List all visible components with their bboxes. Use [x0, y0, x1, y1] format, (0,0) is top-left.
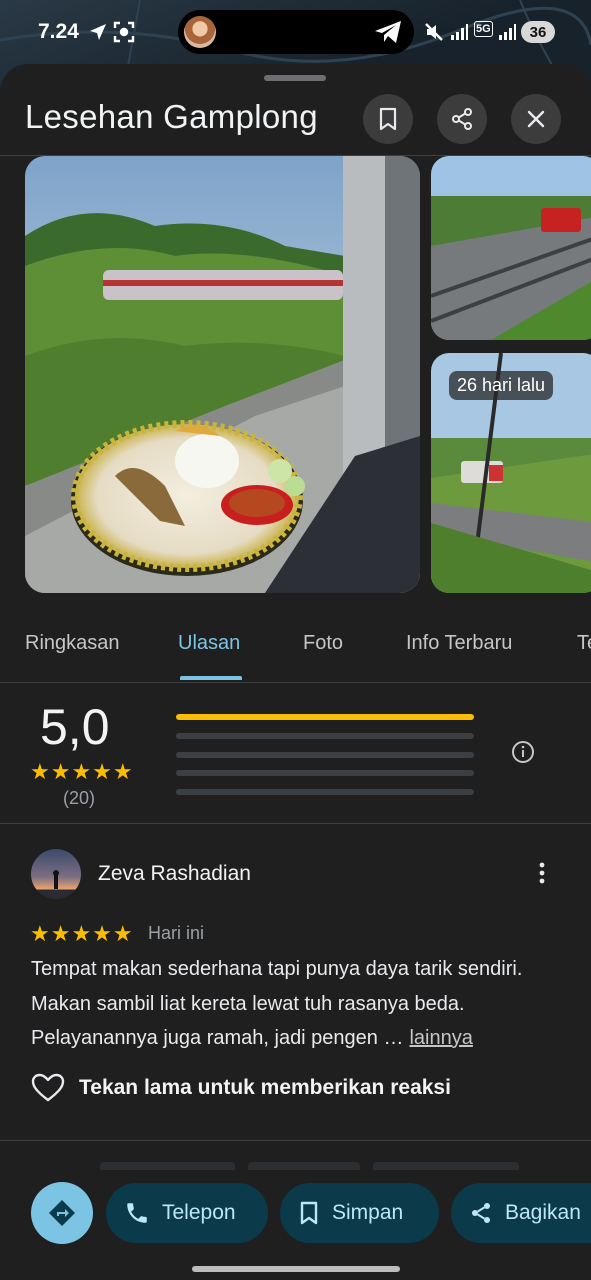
review-menu-button[interactable]: [530, 861, 554, 890]
telegram-icon: [374, 20, 402, 49]
read-more-link[interactable]: lainnya: [409, 1027, 472, 1049]
home-indicator[interactable]: [192, 1266, 400, 1272]
reaction-row[interactable]: Tekan lama untuk memberikan reaksi: [31, 1073, 451, 1103]
place-title: Lesehan Gamplong: [25, 98, 318, 135]
tab-ulasan[interactable]: Ulasan: [178, 632, 240, 655]
photo-age-badge: 26 hari lalu: [449, 371, 554, 400]
rating-bar-3-star: [176, 752, 474, 758]
close-icon: [527, 110, 545, 128]
heart-icon: [31, 1073, 65, 1102]
filter-chip-ghost: [373, 1162, 519, 1170]
info-icon[interactable]: [511, 740, 535, 769]
tab-bar: Ringkasan Ulasan Foto Info Terbaru Te: [0, 624, 591, 684]
reviewer-name[interactable]: Zeva Rashadian: [98, 862, 251, 886]
notification-avatar: [184, 16, 216, 48]
status-time: 7.24: [38, 20, 79, 43]
active-tab-indicator: [180, 676, 242, 680]
location-arrow-icon: [88, 20, 108, 44]
rating-bar-1-star: [176, 789, 474, 795]
share-icon: [452, 108, 472, 130]
close-button[interactable]: [511, 94, 561, 144]
phone-icon: [127, 1203, 147, 1223]
filter-chip-ghost: [248, 1162, 360, 1170]
screen-record-icon: [113, 20, 135, 44]
more-vert-icon: [539, 862, 545, 884]
network-badge: 5G: [474, 21, 493, 37]
side-photo-1[interactable]: [431, 156, 591, 340]
tab-info-terbaru[interactable]: Info Terbaru: [406, 632, 512, 655]
share-place-button[interactable]: [437, 94, 487, 144]
reaction-hint: Tekan lama untuk memberikan reaksi: [79, 1076, 451, 1099]
tabs-divider: [0, 682, 591, 683]
rating-bar-2-star: [176, 770, 474, 776]
save-label: Simpan: [332, 1201, 404, 1224]
rating-count: (20): [63, 788, 96, 808]
rating-stars: ★★★★★: [30, 759, 134, 784]
tab-foto[interactable]: Foto: [303, 632, 343, 655]
rating-bar-5-star: [176, 714, 474, 720]
review-date: Hari ini: [148, 923, 205, 943]
call-label: Telepon: [162, 1201, 236, 1224]
signal-icon-2: [498, 20, 516, 44]
mute-icon: [424, 20, 444, 44]
battery-indicator: 36: [521, 21, 555, 43]
reviewer-avatar[interactable]: [31, 849, 81, 899]
rating-bar-fill: [176, 714, 474, 720]
tab-overflow[interactable]: Te: [577, 632, 591, 655]
place-sheet: Lesehan Gamplong 26 hari lalu Ringkasan …: [0, 64, 591, 1280]
status-bar: 7.24 5G 36: [0, 0, 591, 64]
food-photo-image: [25, 156, 420, 593]
drag-handle[interactable]: [264, 75, 326, 81]
dynamic-island: [178, 10, 414, 54]
share-label: Bagikan: [505, 1201, 581, 1224]
review-text: Tempat makan sederhana tapi punya daya t…: [31, 952, 566, 1056]
save-place-button[interactable]: [363, 94, 413, 144]
review-stars: ★★★★★: [30, 921, 134, 946]
share-icon: [472, 1203, 490, 1223]
bookmark-icon: [300, 1201, 318, 1225]
rating-score: 5,0: [40, 699, 110, 755]
bookmark-icon: [379, 107, 397, 131]
rating-bar-4-star: [176, 733, 474, 739]
directions-icon: [49, 1200, 75, 1226]
share-button[interactable]: Bagikan: [451, 1183, 591, 1243]
side-photo-2[interactable]: 26 hari lalu: [431, 353, 591, 593]
tab-ringkasan[interactable]: Ringkasan: [25, 632, 120, 655]
save-button[interactable]: Simpan: [280, 1183, 439, 1243]
main-photo[interactable]: [25, 156, 420, 593]
train-photo-image: [431, 156, 591, 340]
review-divider: [0, 1140, 591, 1141]
call-button[interactable]: Telepon: [106, 1183, 268, 1243]
rating-divider: [0, 823, 591, 824]
person-silhouette-icon: [53, 870, 59, 889]
directions-button[interactable]: [31, 1182, 93, 1244]
signal-icon: [450, 20, 468, 44]
filter-chip-ghost: [100, 1162, 235, 1170]
